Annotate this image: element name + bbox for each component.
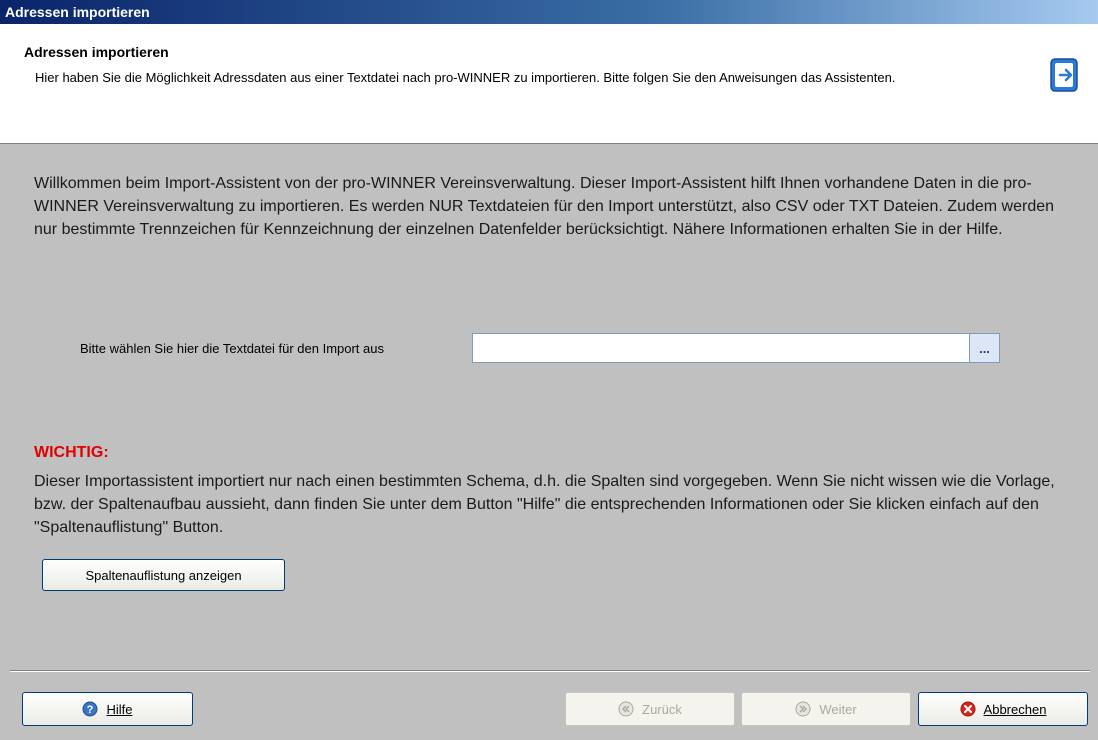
back-button[interactable]: Zurück	[565, 692, 735, 726]
svg-text:?: ?	[87, 704, 94, 716]
show-columns-label: Spaltenauflistung anzeigen	[85, 567, 242, 583]
file-path-input[interactable]	[472, 333, 970, 363]
welcome-text: Willkommen beim Import-Assistent von der…	[34, 175, 1055, 238]
help-label: Hilfe	[106, 701, 133, 717]
window-title: Adressen importieren	[0, 0, 1098, 24]
cancel-label: Abbrechen	[983, 701, 1047, 717]
help-button[interactable]: ? Hilfe	[22, 692, 193, 726]
next-button[interactable]: Weiter	[741, 692, 911, 726]
back-label: Zurück	[642, 701, 682, 717]
cancel-button[interactable]: Abbrechen	[918, 692, 1088, 726]
wizard-content: Willkommen beim Import-Assistent von der…	[0, 144, 1098, 670]
next-arrow-icon	[795, 701, 811, 717]
file-label: Bitte wählen Sie hier die Textdatei für …	[80, 341, 384, 356]
header-title: Adressen importieren	[24, 44, 169, 60]
browse-button[interactable]: ...	[969, 333, 1000, 363]
wizard-footer: ? Hilfe Zurück Weiter Abbrechen	[0, 672, 1098, 740]
help-icon: ?	[82, 701, 98, 717]
wizard-header: Adressen importieren Hier haben Sie die …	[0, 24, 1098, 144]
import-wizard-icon	[1050, 58, 1078, 92]
header-description: Hier haben Sie die Möglichkeit Adressdat…	[35, 70, 896, 85]
show-columns-button[interactable]: Spaltenauflistung anzeigen	[42, 559, 285, 591]
cancel-icon	[960, 701, 976, 717]
back-arrow-icon	[618, 701, 634, 717]
warning-text: Dieser Importassistent importiert nur na…	[34, 473, 1055, 536]
next-label: Weiter	[819, 701, 857, 717]
warning-title: WICHTIG:	[34, 444, 109, 461]
